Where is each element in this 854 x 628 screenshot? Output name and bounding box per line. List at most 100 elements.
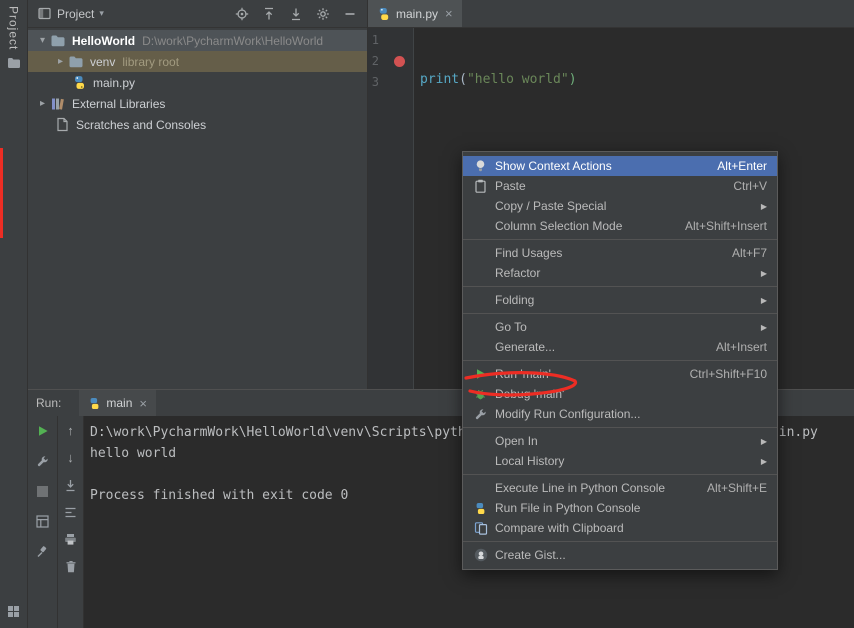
menu-item-paste[interactable]: Paste Ctrl+V: [463, 176, 777, 196]
scroll-to-end-icon[interactable]: [64, 478, 77, 492]
hide-panel-icon[interactable]: [343, 7, 357, 21]
project-panel-toolbar: [235, 7, 357, 21]
folder-icon: [49, 33, 67, 49]
project-panel-header: Project ▾: [28, 0, 367, 28]
code-token-open-paren: (: [459, 72, 467, 87]
context-menu: Show Context Actions Alt+Enter Paste Ctr…: [462, 151, 778, 570]
menu-item-compare-with-clipboard[interactable]: Compare with Clipboard: [463, 518, 777, 538]
menu-item-label: Modify Run Configuration...: [495, 407, 641, 421]
left-tool-strip: Project: [0, 0, 28, 628]
chevron-right-icon[interactable]: ▸: [54, 56, 67, 67]
run-toolbar-left: [28, 416, 58, 628]
wrench-icon[interactable]: [36, 454, 49, 468]
menu-item-modify-run-configuration[interactable]: Modify Run Configuration...: [463, 404, 777, 424]
close-tab-icon[interactable]: ×: [445, 6, 453, 21]
menu-item-shortcut: Ctrl+V: [733, 179, 767, 193]
run-panel-label: Run:: [36, 396, 62, 410]
arrow-down-icon[interactable]: ↓: [67, 451, 74, 465]
icon-spacer: [470, 198, 491, 214]
tree-row-scratches[interactable]: Scratches and Consoles: [28, 114, 367, 135]
menu-item-debug-main[interactable]: Debug 'main': [463, 384, 777, 404]
menu-item-execute-line-in-python-console[interactable]: Execute Line in Python Console Alt+Shift…: [463, 478, 777, 498]
menu-item-label: Paste: [495, 179, 526, 193]
code-line: print("hello world"): [420, 72, 577, 87]
icon-spacer: [470, 319, 491, 335]
submenu-arrow-icon: ▶: [760, 295, 767, 305]
menu-item-label: Find Usages: [495, 246, 563, 260]
chevron-right-icon[interactable]: ▸: [36, 98, 49, 109]
pycharm-window: Project Project ▾ ▾ HelloWorld D:\work\P…: [0, 0, 854, 628]
project-tool-window-label: Project: [6, 6, 21, 51]
menu-item-column-selection-mode[interactable]: Column Selection Mode Alt+Shift+Insert: [463, 216, 777, 236]
line-number: 1: [371, 33, 379, 47]
tool-window-icon: [38, 7, 51, 20]
chevron-down-icon[interactable]: ▾: [36, 35, 49, 46]
menu-item-shortcut: Alt+Shift+Insert: [684, 219, 767, 233]
menu-item-refactor[interactable]: Refactor ▶: [463, 263, 777, 283]
tree-item-path: D:\work\PycharmWork\HelloWorld: [142, 33, 324, 48]
menu-item-label: Run File in Python Console: [495, 501, 641, 515]
menu-item-folding[interactable]: Folding ▶: [463, 290, 777, 310]
icon-spacer: [470, 453, 491, 469]
menu-item-label: Refactor: [495, 266, 541, 280]
chevron-down-icon[interactable]: ▾: [99, 8, 104, 19]
tree-row-main-py[interactable]: main.py: [28, 72, 367, 93]
tree-item-name: Scratches and Consoles: [76, 117, 207, 132]
tree-row-venv[interactable]: ▸ venv library root: [28, 51, 367, 72]
breakpoint-dot[interactable]: [394, 56, 405, 67]
stop-icon[interactable]: [37, 484, 48, 498]
trash-icon[interactable]: [65, 559, 77, 573]
menu-item-go-to[interactable]: Go To ▶: [463, 317, 777, 337]
compare-clipboard-icon: [470, 520, 491, 536]
tree-item-name: External Libraries: [72, 96, 166, 111]
menu-item-create-gist[interactable]: Create Gist...: [463, 545, 777, 565]
rerun-icon[interactable]: [37, 424, 49, 438]
bottom-tool-window-button[interactable]: [0, 605, 27, 618]
line-number: 2: [371, 54, 379, 68]
menu-item-local-history[interactable]: Local History ▶: [463, 451, 777, 471]
menu-item-label: Go To: [495, 320, 527, 334]
python-file-icon: [88, 397, 101, 410]
locate-file-icon[interactable]: [235, 7, 249, 21]
gear-icon[interactable]: [316, 7, 330, 21]
submenu-arrow-icon: ▶: [760, 322, 767, 332]
python-file-icon: [377, 7, 391, 21]
menu-separator: [463, 427, 777, 428]
tree-row-external-libraries[interactable]: ▸ External Libraries: [28, 93, 367, 114]
menu-item-shortcut: Ctrl+Shift+F10: [689, 367, 767, 381]
print-icon[interactable]: [64, 532, 77, 546]
menu-item-copy-paste-special[interactable]: Copy / Paste Special ▶: [463, 196, 777, 216]
menu-item-shortcut: Alt+Enter: [717, 159, 767, 173]
editor-tab-bar: main.py ×: [368, 0, 854, 28]
soft-wrap-icon[interactable]: [64, 505, 77, 519]
menu-separator: [463, 239, 777, 240]
menu-item-shortcut: Alt+F7: [731, 246, 767, 260]
close-tab-icon[interactable]: ×: [139, 396, 147, 411]
folder-icon: [67, 54, 85, 70]
tab-label: main.py: [396, 6, 439, 21]
folder-icon: [7, 57, 21, 69]
tree-row-helloworld[interactable]: ▾ HelloWorld D:\work\PycharmWork\HelloWo…: [28, 30, 367, 51]
menu-item-find-usages[interactable]: Find Usages Alt+F7: [463, 243, 777, 263]
pin-icon[interactable]: [36, 544, 49, 558]
menu-item-generate[interactable]: Generate... Alt+Insert: [463, 337, 777, 357]
tree-item-name: HelloWorld: [72, 33, 136, 48]
editor-gutter[interactable]: 1 2 3: [368, 28, 414, 389]
project-panel-title[interactable]: Project: [57, 7, 94, 21]
tab-main-py[interactable]: main.py ×: [368, 0, 462, 27]
github-icon: [470, 547, 491, 563]
expand-all-icon[interactable]: [262, 7, 276, 21]
collapse-all-icon[interactable]: [289, 7, 303, 21]
arrow-up-icon[interactable]: ↑: [67, 424, 74, 438]
menu-item-show-context-actions[interactable]: Show Context Actions Alt+Enter: [463, 156, 777, 176]
wrench-icon: [470, 406, 491, 422]
menu-separator: [463, 286, 777, 287]
restore-layout-icon[interactable]: [36, 514, 49, 528]
run-tab-main[interactable]: main ×: [79, 390, 156, 416]
menu-item-run-file-in-python-console[interactable]: Run File in Python Console: [463, 498, 777, 518]
submenu-arrow-icon: ▶: [760, 456, 767, 466]
menu-item-run-main[interactable]: Run 'main' Ctrl+Shift+F10: [463, 364, 777, 384]
icon-spacer: [470, 245, 491, 261]
project-tool-window-button[interactable]: Project: [0, 6, 27, 69]
menu-item-open-in[interactable]: Open In ▶: [463, 431, 777, 451]
